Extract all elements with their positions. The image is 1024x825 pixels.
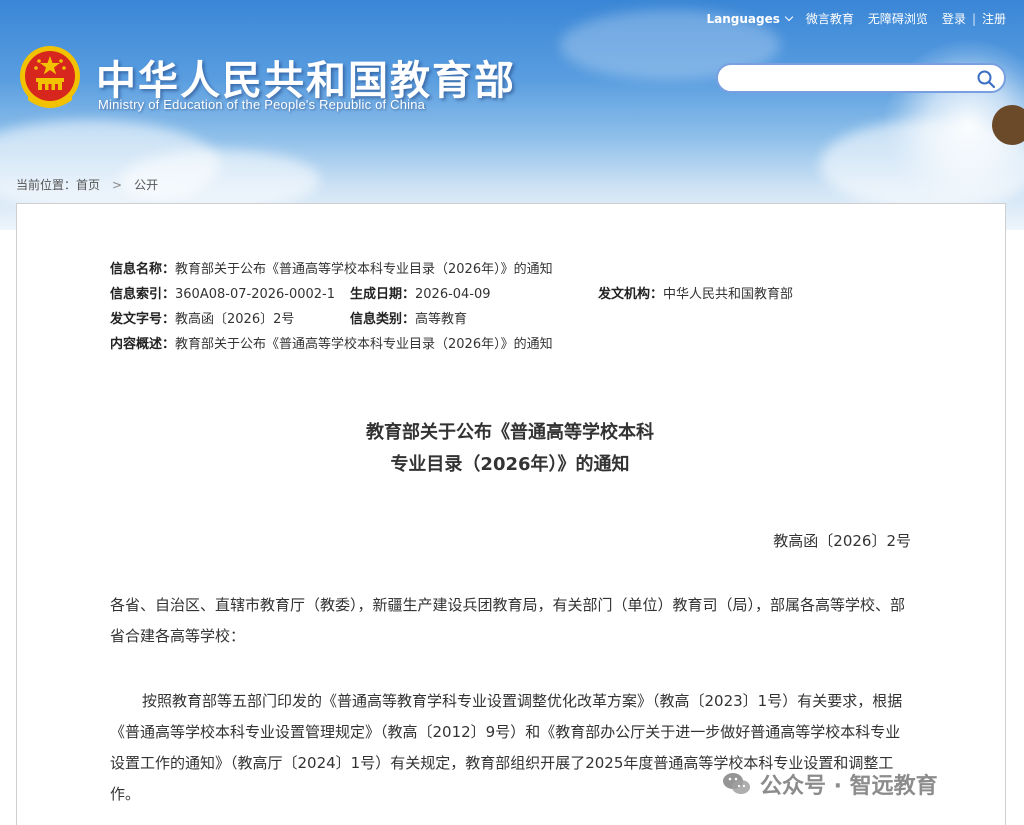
breadcrumb-separator: >: [112, 177, 123, 192]
breadcrumb-home-link[interactable]: 首页: [76, 176, 100, 193]
meta-docno-label: 发文字号：: [110, 312, 176, 327]
meta-row-org: 发文机构：中华人民共和国教育部: [598, 283, 793, 302]
meta-org-label: 发文机构：: [598, 287, 664, 302]
languages-menu[interactable]: Languages: [706, 11, 794, 26]
site-header: Languages 微言教育 无障碍浏览 登录 | 注册 中华人民共和国教育部 …: [0, 0, 1024, 230]
document-title-line-2: 专业目录（2026年）》的通知: [390, 454, 630, 475]
dandelion-decoration: [992, 105, 1024, 145]
meta-index-value: 360A08-07-2026-0002-1: [175, 287, 336, 302]
breadcrumb-current-link[interactable]: 公开: [134, 176, 158, 193]
national-emblem-icon: [20, 46, 80, 108]
search-input[interactable]: [730, 65, 980, 91]
meta-date-value: 2026-04-09: [415, 287, 491, 302]
weibo-link[interactable]: 微言教育: [806, 10, 854, 27]
meta-date-label: 生成日期：: [350, 287, 416, 302]
breadcrumb-prefix: 当前位置：: [16, 178, 77, 192]
document-paragraph-addressees: 各省、自治区、直辖市教育厅（教委），新疆生产建设兵团教育局，有关部门（单位）教育…: [110, 596, 906, 645]
meta-row-summary: 内容概述：教育部关于公布《普通高等学校本科专业目录（2026年）》的通知: [110, 333, 553, 352]
link-separator: |: [971, 11, 976, 26]
document-title-line-1: 教育部关于公布《普通高等学校本科: [366, 422, 654, 443]
search-box: [716, 63, 1006, 93]
top-links: Languages 微言教育 无障碍浏览 登录 | 注册: [693, 10, 1007, 27]
meta-name-value: 教育部关于公布《普通高等学校本科专业目录（2026年）》的通知: [175, 262, 553, 277]
meta-category-label: 信息类别：: [350, 312, 416, 327]
meta-row-name: 信息名称：教育部关于公布《普通高等学校本科专业目录（2026年）》的通知: [110, 258, 553, 277]
meta-summary-label: 内容概述：: [110, 337, 176, 352]
wechat-icon: [723, 773, 750, 794]
meta-index-label: 信息索引：: [110, 287, 176, 302]
chevron-down-icon: [784, 12, 794, 21]
site-subtitle: Ministry of Education of the People's Re…: [98, 97, 426, 112]
meta-row-category: 信息类别：高等教育: [350, 308, 467, 327]
meta-docno-value: 教高函〔2026〕2号: [175, 312, 295, 327]
languages-label: Languages: [706, 11, 780, 26]
login-link[interactable]: 登录: [942, 10, 966, 27]
breadcrumb: 当前位置： 首页 > 公开: [16, 176, 158, 193]
watermark-text: 公众号 · 智远教育: [760, 774, 938, 799]
meta-summary-value: 教育部关于公布《普通高等学校本科专业目录（2026年）》的通知: [175, 337, 553, 352]
meta-category-value: 高等教育: [415, 312, 468, 327]
meta-org-value: 中华人民共和国教育部: [663, 287, 794, 302]
document-number: 教高函〔2026〕2号: [773, 532, 911, 550]
meta-row-docno: 发文字号：教高函〔2026〕2号: [110, 308, 294, 327]
meta-name-label: 信息名称：: [110, 262, 176, 277]
accessible-browse-link[interactable]: 无障碍浏览: [868, 10, 928, 27]
search-icon[interactable]: [976, 69, 996, 89]
meta-row-date: 生成日期：2026-04-09: [350, 283, 491, 302]
meta-row-index: 信息索引：360A08-07-2026-0002-1: [110, 283, 335, 302]
watermark: 公众号 · 智远教育: [722, 768, 938, 800]
document-title: 教育部关于公布《普通高等学校本科 专业目录（2026年）》的通知: [0, 417, 1020, 481]
register-link[interactable]: 注册: [982, 10, 1006, 27]
